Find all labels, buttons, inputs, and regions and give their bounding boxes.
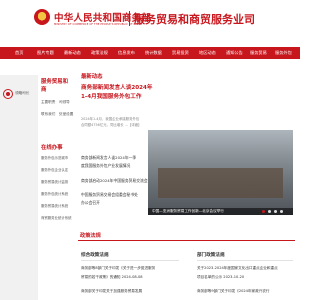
online-service-item[interactable]: 商贸服务业统计系统 bbox=[41, 215, 72, 220]
nav-item-info-release[interactable]: 信息发布 bbox=[118, 47, 135, 59]
photo-scene bbox=[158, 168, 283, 198]
nav-item-service-trade[interactable]: 服务贸易 bbox=[250, 47, 267, 59]
featured-photo[interactable] bbox=[148, 130, 293, 215]
policy-section-header: 政策法规 bbox=[78, 231, 295, 241]
policy-section-title: 政策法规 bbox=[80, 233, 101, 239]
national-emblem-icon bbox=[34, 9, 50, 25]
sidebar-title-line2: 商 bbox=[41, 87, 47, 93]
sub-divider bbox=[197, 260, 293, 261]
sidebar-link-duties[interactable]: 主要职责 bbox=[41, 100, 55, 105]
site-title[interactable]: 服务贸易和商贸服务业司 bbox=[134, 11, 255, 27]
photo-caption-text: 中国—亚洲服务贸易工作创新—北京会议举行 bbox=[152, 209, 224, 213]
nav-item-statistics[interactable]: 统计数据 bbox=[145, 47, 162, 59]
online-service-item[interactable]: 服务外包企业认定 bbox=[41, 167, 68, 172]
news-item[interactable]: 商务部启动2024年中国服务贸易交流会 bbox=[81, 178, 148, 184]
nav-item-policies[interactable]: 政策法规 bbox=[91, 47, 108, 59]
nav-item-home[interactable]: 首页 bbox=[15, 47, 23, 59]
latest-news-title: 最新动态 bbox=[81, 74, 103, 80]
online-services-title: 在线办事 bbox=[41, 145, 63, 151]
nav-item-regional-news[interactable]: 地区动态 bbox=[199, 47, 216, 59]
photo-caption[interactable]: 中国—亚洲服务贸易工作创新—北京会议举行 bbox=[148, 208, 293, 215]
sub-divider bbox=[81, 260, 179, 261]
online-service-item[interactable]: 服务外包统计系统 bbox=[41, 191, 68, 196]
nav-item-notices[interactable]: 通知公告 bbox=[226, 47, 243, 59]
news-item[interactable]: 商务部新闻发言人谈2024年一季 bbox=[81, 155, 136, 161]
site-header: 中华人民共和国商务部 MINISTRY OF COMMERCE OF THE P… bbox=[0, 0, 300, 38]
main-nav: 首页 图片专题 最新动态 政策法规 信息发布 统计数据 贸易投资 地区动态 通知… bbox=[0, 47, 300, 59]
sidebar-link-offices[interactable]: 处室设置 bbox=[59, 112, 73, 117]
nav-item-photo-topics[interactable]: 图片专题 bbox=[37, 47, 54, 59]
carousel-dot[interactable] bbox=[268, 210, 271, 213]
nav-item-latest-news[interactable]: 最新动态 bbox=[64, 47, 81, 59]
headline-summary: 2024年1-4月，我国企业承接服务外包 bbox=[81, 117, 140, 121]
sidebar-title: 服务贸易和 bbox=[41, 79, 68, 85]
nav-item-outsourcing[interactable]: 服务外包 bbox=[275, 47, 292, 59]
left-column: 领略司长 bbox=[0, 75, 38, 300]
carousel-dot[interactable] bbox=[280, 210, 283, 213]
carousel-dot[interactable] bbox=[274, 210, 277, 213]
policy-item[interactable]: 贸易的若干政策》的通知 2024-08-08 bbox=[81, 275, 143, 280]
news-item[interactable]: 办公会召开 bbox=[81, 200, 100, 206]
policy-item[interactable]: 商务部等9部门关于印发《2024年家政兴农行 bbox=[197, 289, 270, 294]
sidebar-link-leaders[interactable]: 司领导 bbox=[59, 100, 70, 105]
news-item[interactable]: 中国服务贸易交易会组委会秘书处 bbox=[81, 192, 138, 198]
policy-item[interactable]: 商务部等8部门关于印发《关于进一步促进服务 bbox=[81, 266, 155, 271]
weibo-icon[interactable] bbox=[3, 89, 13, 99]
nav-item-trade-investment[interactable]: 贸易投资 bbox=[172, 47, 189, 59]
online-service-item[interactable]: 服务外包示范城市 bbox=[41, 155, 68, 160]
news-item[interactable]: 度我国服务外包产业发展情况 bbox=[81, 163, 130, 169]
header-divider bbox=[129, 11, 130, 26]
headline-summary-2[interactable]: 合同额4756亿元，同比增长 ...【详细】 bbox=[81, 122, 141, 127]
policy-item[interactable]: 商务部关于印发关于加强服务贸易发展 bbox=[81, 289, 142, 294]
headline-line2[interactable]: 1-4月我国服务外包工作 bbox=[81, 92, 141, 100]
policy-sub-left[interactable]: 综合政策法规 bbox=[81, 252, 109, 258]
policy-item[interactable]: 关于2023-2024年度国家文化出口重点企业和重点 bbox=[197, 266, 278, 271]
left-column-link[interactable]: 领略司长 bbox=[15, 91, 29, 96]
policy-sub-right[interactable]: 部门政策法规 bbox=[197, 252, 225, 258]
online-service-item[interactable]: 服务贸易统计监测 bbox=[41, 179, 68, 184]
sidebar-link-contact[interactable]: 联系我们 bbox=[41, 112, 55, 117]
headline-line1[interactable]: 商务部新闻发言人谈2024年 bbox=[81, 83, 153, 91]
policy-item[interactable]: 项目名单的公示 2023-10-20 bbox=[197, 275, 244, 280]
carousel-dot[interactable] bbox=[262, 210, 265, 213]
online-service-item[interactable]: 服务贸易统计系统 bbox=[41, 203, 68, 208]
